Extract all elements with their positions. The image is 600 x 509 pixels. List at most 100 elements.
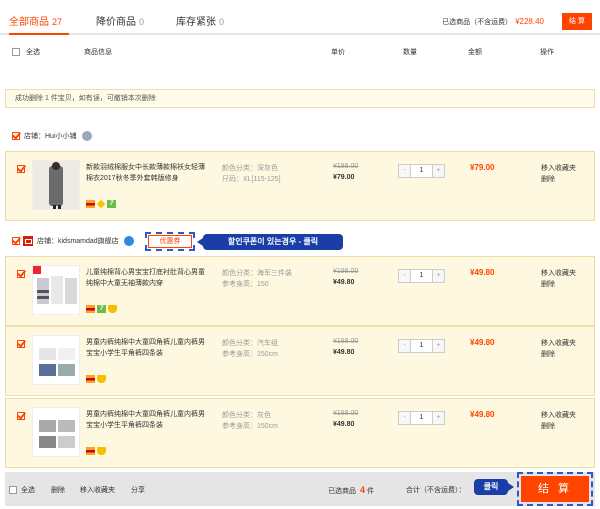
product-thumbnail[interactable] [32, 160, 80, 210]
delete-link[interactable]: 删除 [541, 421, 576, 432]
move-selected-to-favorites-link[interactable]: 移入收藏夹 [80, 485, 115, 495]
unit-price: ¥49.80 [333, 349, 355, 356]
unit-price: ¥49.80 [333, 279, 355, 286]
quantity-stepper: -1 + [398, 339, 445, 353]
column-header-row: 全选 商品信息 单价 数量 金额 操作 [0, 45, 600, 59]
product-thumbnail[interactable] [32, 265, 80, 315]
selected-count: 4 [359, 485, 365, 495]
tab-count: 0 [139, 17, 145, 27]
select-all-checkbox[interactable] [12, 48, 20, 57]
quantity-stepper: -1 + [398, 411, 445, 425]
column-unit-price: 单价 [331, 49, 345, 56]
tab-label: 库存紧张 [176, 17, 216, 28]
active-tab-indicator [9, 33, 69, 35]
top-checkout-button[interactable]: 结 算 [562, 13, 592, 30]
attr-color: 颜色分类：深灰色 [222, 165, 278, 172]
coupon-callout: 할인쿠폰이 있는경우 - 클릭 [197, 234, 343, 250]
quantity-stepper: -1 + [398, 269, 445, 283]
move-to-favorites-link[interactable]: 移入收藏夹 [541, 268, 576, 279]
delete-link[interactable]: 删除 [541, 174, 576, 185]
cart-item: 男童内裤纯棉中大童四角裤儿童内裤男宝宝小学生平角裤四条装 颜色分类：灰色参考身高… [5, 398, 595, 468]
move-to-favorites-link[interactable]: 移入收藏夹 [541, 338, 576, 349]
increase-button[interactable]: + [433, 412, 444, 424]
cart-item: 男童内裤纯棉中大童四角裤儿童内裤男宝宝小学生平角裤四条装 颜色分类：汽车组 参考身… [5, 326, 595, 396]
shop-checkbox[interactable] [12, 237, 20, 246]
selected-amount: ¥228.40 [515, 17, 544, 26]
selected-summary-label: 已选商品（不含运费） [442, 19, 513, 26]
product-thumbnail[interactable] [32, 335, 80, 385]
item-actions: 移入收藏夹 删除 [541, 410, 576, 432]
delete-link[interactable]: 删除 [541, 279, 576, 290]
quantity-input[interactable]: 1 [410, 340, 433, 352]
product-title-link[interactable]: 男童内裤纯棉中大童四角裤儿童内裤男宝宝小学生平角裤四条装 [86, 337, 206, 359]
item-checkbox[interactable] [17, 340, 25, 348]
move-to-favorites-link[interactable]: 移入收藏夹 [541, 163, 576, 174]
item-actions: 移入收藏夹 删除 [541, 163, 576, 185]
tab-all-items[interactable]: 全部商品 27 [9, 13, 62, 28]
delete-selected-link[interactable]: 删除 [51, 485, 65, 495]
credit-card-icon [86, 375, 95, 383]
tab-count: 27 [52, 17, 63, 27]
select-all-bottom[interactable]: 全选 [9, 485, 35, 495]
quantity-stepper: -1 + [398, 164, 445, 178]
product-thumbnail[interactable] [32, 407, 80, 457]
checkout-button[interactable]: 结 算 [517, 472, 593, 506]
original-price: ¥188.00 [333, 163, 359, 170]
item-checkbox[interactable] [17, 165, 25, 173]
attr-size: 参考身高：150cm [222, 423, 279, 430]
product-attributes: 颜色分类：灰色参考身高：150cm [222, 410, 278, 432]
item-actions: 移入收藏夹 删除 [541, 338, 576, 360]
chat-icon[interactable] [123, 236, 134, 247]
item-checkbox[interactable] [17, 412, 25, 420]
delete-link[interactable]: 删除 [541, 349, 576, 360]
cart-tabs: 全部商品 27 降价商品 0 库存紧张 0 已选商品（不含运费） ¥228.40 结 算 [0, 0, 600, 35]
item-checkbox[interactable] [17, 270, 25, 278]
quantity-input[interactable]: 1 [410, 412, 433, 424]
product-title-link[interactable]: 男童内裤纯棉中大童四角裤儿童内裤男宝宝小学生平角裤四条装 [86, 409, 206, 431]
coupon-button[interactable]: 优惠券 [145, 232, 195, 251]
item-actions: 移入收藏夹 删除 [541, 268, 576, 290]
shop-name-link[interactable]: Hui小小铺 [45, 133, 77, 140]
attr-color: 颜色分类：灰色 [222, 412, 271, 419]
service-badges: 7 [86, 199, 118, 209]
column-quantity: 数量 [403, 49, 417, 56]
shop-header: 店铺：Hui小小铺 [12, 131, 92, 143]
service-badges [86, 447, 108, 456]
chat-icon[interactable] [81, 131, 92, 142]
checkout-callout: 클릭 [474, 479, 514, 495]
share-link[interactable]: 分享 [131, 485, 145, 495]
quantity-input[interactable]: 1 [410, 165, 433, 177]
product-title-link[interactable]: 儿童纯棉背心男宝宝打底衬肚背心男童纯棉中大童无袖薄款内穿 [86, 267, 206, 289]
shop-header: 店铺：kidsmamdad旗舰店 [12, 236, 134, 248]
original-price: ¥189.00 [333, 410, 359, 417]
shop-name-link[interactable]: kidsmamdad旗舰店 [58, 238, 119, 245]
decrease-button[interactable]: - [399, 165, 410, 177]
checkout-label: 结 算 [521, 476, 589, 502]
decrease-button[interactable]: - [399, 412, 410, 424]
product-title-link[interactable]: 新款羽绒棉服女中长款薄款棉袄女轻薄棉衣2017秋冬季外套韩版修身 [86, 162, 206, 184]
tab-low-stock[interactable]: 库存紧张 0 [176, 13, 224, 28]
credit-card-icon [86, 200, 95, 208]
product-attributes: 颜色分类：深灰色 尺码：XL[115-125] [222, 163, 281, 185]
move-to-favorites-link[interactable]: 移入收藏夹 [541, 410, 576, 421]
increase-button[interactable]: + [433, 165, 444, 177]
seven-day-return-icon: 7 [97, 305, 106, 313]
shop-checkbox[interactable] [12, 132, 20, 141]
quantity-input[interactable]: 1 [410, 270, 433, 282]
cart-item: 新款羽绒棉服女中长款薄款棉袄女轻薄棉衣2017秋冬季外套韩版修身 7 颜色分类：… [5, 151, 595, 221]
increase-button[interactable]: + [433, 270, 444, 282]
tab-price-drop[interactable]: 降价商品 0 [96, 13, 144, 28]
credit-card-icon [86, 447, 95, 455]
column-amount: 金额 [468, 49, 482, 56]
select-all-top[interactable]: 全选 [12, 47, 40, 57]
decrease-button[interactable]: - [399, 270, 410, 282]
select-all-checkbox[interactable] [9, 486, 17, 495]
item-subtotal: ¥79.00 [470, 163, 495, 172]
cart-item: 儿童纯棉背心男宝宝打底衬肚背心男童纯棉中大童无袖薄款内穿 7 颜色分类：海军三件… [5, 256, 595, 326]
increase-button[interactable]: + [433, 340, 444, 352]
decrease-button[interactable]: - [399, 340, 410, 352]
item-subtotal: ¥49.80 [470, 410, 495, 419]
guarantee-icon [97, 375, 106, 383]
selected-count-suffix: 件 [366, 488, 374, 495]
selected-summary: 已选商品（不含运费） ¥228.40 [442, 17, 544, 27]
